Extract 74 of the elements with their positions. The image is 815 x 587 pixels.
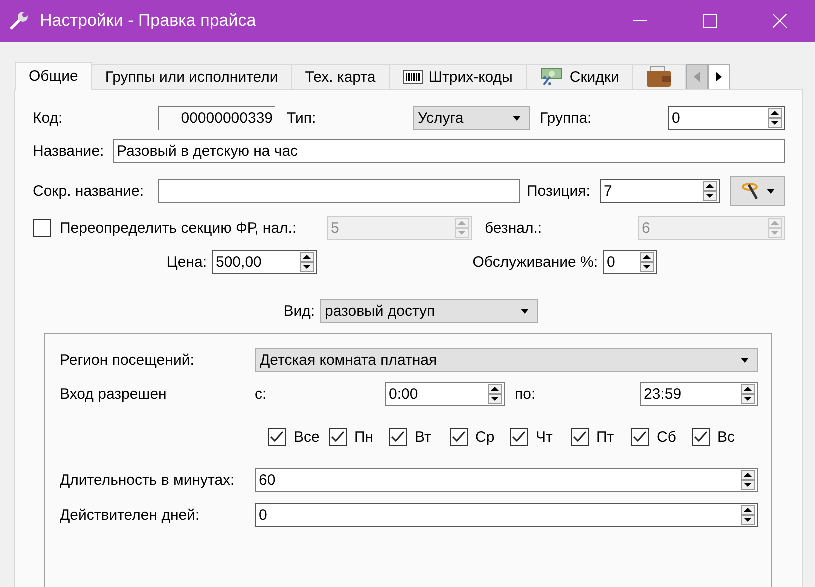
spin-field[interactable]: 500,00 <box>212 250 317 274</box>
time-field[interactable]: 23:59 <box>640 382 758 406</box>
field-label: Позиция: <box>527 182 592 200</box>
spin-field[interactable]: 0 <box>255 503 758 527</box>
dropdown[interactable]: разовый доступ <box>320 299 538 323</box>
field-label: Регион посещений: <box>60 352 196 368</box>
time-field[interactable]: 0:00 <box>385 382 505 406</box>
checkbox[interactable] <box>450 428 468 446</box>
spin-arrows-icon[interactable] <box>741 505 755 525</box>
spin-field[interactable]: 60 <box>255 468 758 492</box>
field-label: Код: <box>33 110 64 126</box>
tool-button[interactable] <box>730 176 785 206</box>
checkbox[interactable] <box>510 428 528 446</box>
checkbox[interactable] <box>389 428 407 446</box>
code-field[interactable]: 00000000339 <box>158 106 275 130</box>
field-label: Сокр. название: <box>33 182 146 200</box>
dropdown[interactable]: Услуга <box>413 106 530 130</box>
checkbox-label: Чт <box>536 428 553 446</box>
field-label: Цена: <box>166 254 208 270</box>
checkbox-label: Все <box>294 428 320 446</box>
field-label: Вид: <box>282 302 316 320</box>
checkbox[interactable] <box>570 428 588 446</box>
barcode-icon <box>402 70 423 84</box>
field-label: Название: <box>33 142 106 160</box>
spin-arrows-icon[interactable] <box>300 252 314 272</box>
checkbox-label: Сб <box>657 428 676 446</box>
right-arrow-icon <box>716 72 722 82</box>
window-title: Настройки - Правка прайса <box>40 11 258 31</box>
checkbox-label: Вс <box>718 428 736 446</box>
maximize-icon <box>703 14 717 28</box>
field-label: Действителен дней: <box>60 506 201 524</box>
input-field[interactable]: Разовый в детскую на час <box>113 139 785 163</box>
field-label: Обслуживание %: <box>472 254 599 270</box>
checkbox[interactable] <box>268 428 286 446</box>
spin-arrows-icon[interactable] <box>703 181 717 201</box>
input-field[interactable] <box>158 179 520 203</box>
field-label: Группа: <box>540 110 593 126</box>
dropdown[interactable]: Детская комната платная <box>255 348 758 372</box>
caret-icon <box>766 188 774 194</box>
checkbox-label: Пт <box>596 428 614 446</box>
discount-icon <box>540 68 564 86</box>
checkbox[interactable] <box>328 428 346 446</box>
spin-arrows-icon[interactable] <box>741 384 755 404</box>
checkbox[interactable] <box>33 219 51 237</box>
tab[interactable]: Общие <box>15 62 92 90</box>
scroll-right-button[interactable] <box>708 64 730 90</box>
minimize-icon <box>633 20 647 22</box>
field-label: Вход разрешен <box>60 386 168 402</box>
spin-field[interactable]: 0 <box>603 250 657 274</box>
field-label: Длительность в минутах: <box>60 472 236 488</box>
spin-arrows-icon[interactable] <box>488 384 502 404</box>
checkbox[interactable] <box>631 428 649 446</box>
wallet-icon <box>646 66 672 88</box>
left-arrow-icon <box>694 72 700 82</box>
field-label: по: <box>515 386 537 402</box>
spin-arrows-icon[interactable] <box>768 108 782 128</box>
caret-icon <box>741 358 749 362</box>
field-label: Тип: <box>287 110 318 126</box>
spin-arrows-icon[interactable] <box>741 470 755 490</box>
checkbox-label: Переопределить секцию ФР, нал.: <box>60 220 298 236</box>
checkbox-label: Вт <box>415 428 432 446</box>
caret-icon <box>521 308 529 314</box>
checkbox[interactable] <box>692 428 710 446</box>
checkbox-label: Ср <box>476 428 495 446</box>
spin-field[interactable]: 0 <box>668 106 785 130</box>
field-label: безнал.: <box>485 220 544 236</box>
caret-icon <box>513 116 521 120</box>
wrench-icon <box>8 10 30 32</box>
tab[interactable] <box>632 64 686 90</box>
checkbox-label: Пн <box>354 428 374 446</box>
spin-field[interactable]: 7 <box>600 179 720 203</box>
field-label: с: <box>255 386 268 402</box>
spin-arrows-icon[interactable] <box>640 252 654 272</box>
close-icon <box>773 14 787 28</box>
